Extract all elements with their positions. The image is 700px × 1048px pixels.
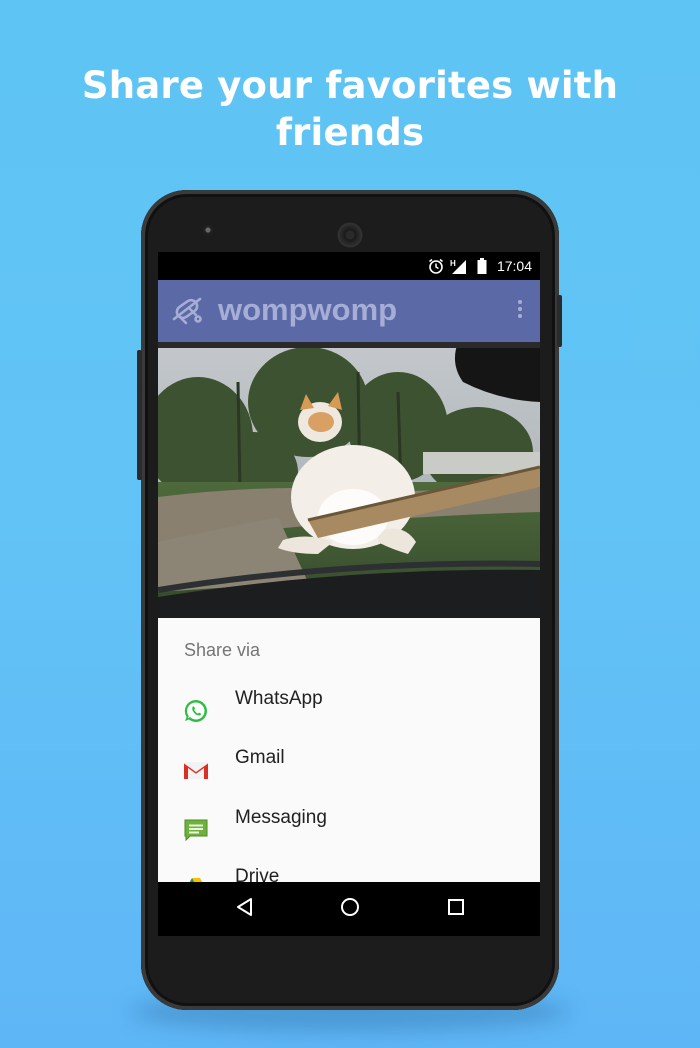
back-icon[interactable] (234, 896, 256, 918)
app-logo-icon (172, 297, 202, 325)
promo-headline-line1: Share your favorites with (81, 64, 619, 107)
gmail-icon (184, 762, 208, 779)
messaging-icon (184, 819, 208, 842)
battery-icon (477, 258, 487, 274)
recents-icon[interactable] (445, 896, 467, 918)
signal-icon: H (450, 259, 466, 274)
promo-headline: Share your favorites with friends (0, 62, 700, 156)
share-option-label: WhatsApp (235, 688, 323, 709)
share-sheet: Share via WhatsApp Gmail Messaging Drive (158, 618, 540, 882)
share-option-messaging[interactable]: Messaging (158, 799, 540, 857)
alarm-icon (429, 258, 443, 274)
whatsapp-icon (184, 699, 207, 722)
share-option-label: Gmail (235, 747, 285, 768)
app-title: wompwomp (218, 292, 398, 327)
share-option-drive[interactable]: Drive (158, 858, 540, 882)
share-option-whatsapp[interactable]: WhatsApp (158, 680, 540, 738)
home-icon[interactable] (339, 896, 361, 918)
navigation-bar (158, 882, 540, 936)
share-option-gmail[interactable]: Gmail (158, 739, 540, 797)
status-time: 17:04 (496, 258, 532, 274)
app-bar: wompwomp (158, 280, 540, 342)
status-bar: H 17:04 (158, 252, 540, 280)
phone-screen: H 17:04 wompwomp Share via WhatsApp Gmai… (158, 252, 540, 882)
share-option-label: Messaging (235, 807, 327, 828)
svg-text:H: H (450, 259, 456, 268)
share-sheet-title: Share via (184, 640, 261, 660)
promo-headline-line2: friends (275, 111, 425, 154)
overflow-menu-icon[interactable] (518, 300, 524, 321)
video-player[interactable] (158, 342, 540, 618)
share-option-label: Drive (235, 866, 280, 882)
earpiece-speaker (337, 222, 363, 248)
power-button (557, 295, 562, 347)
front-camera (203, 225, 213, 235)
video-frame (158, 342, 540, 618)
volume-button (137, 350, 142, 480)
